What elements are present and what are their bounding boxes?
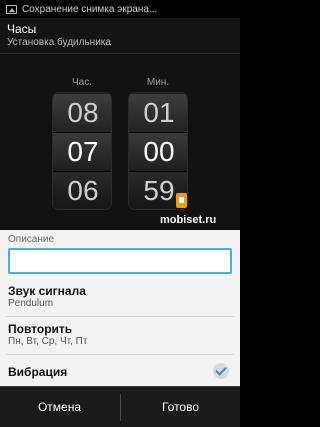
minutes-label: Мин. bbox=[146, 77, 170, 88]
minutes-current[interactable]: 00 bbox=[129, 133, 187, 171]
hours-drum[interactable]: 08 07 06 bbox=[52, 92, 112, 210]
alarm-settings-form: Описание Звук сигнала Pendulum Повторить… bbox=[0, 230, 240, 386]
sound-title: Звук сигнала bbox=[8, 284, 86, 298]
divider bbox=[6, 354, 234, 355]
vibration-title: Вибрация bbox=[8, 365, 68, 379]
phone-logo-icon bbox=[176, 193, 187, 208]
repeat-value: Пн, Вт, Ср, Чт, Пт bbox=[8, 336, 88, 347]
drum-divider bbox=[129, 132, 187, 133]
drum-divider bbox=[129, 171, 187, 172]
hours-prev[interactable]: 08 bbox=[53, 94, 111, 132]
description-label: Описание bbox=[8, 234, 55, 245]
screen-subtitle: Установка будильника bbox=[7, 37, 111, 48]
app-title: Часы bbox=[7, 22, 37, 36]
sound-setting[interactable]: Звук сигнала Pendulum bbox=[0, 284, 240, 310]
watermark: mobiset.ru bbox=[160, 214, 217, 226]
drum-divider bbox=[53, 132, 111, 133]
hours-label: Час. bbox=[71, 77, 92, 88]
hours-next[interactable]: 06 bbox=[53, 172, 111, 209]
time-picker: Час. Мин. 08 07 06 01 00 59 mobiset.ru bbox=[0, 54, 240, 230]
drum-divider bbox=[53, 171, 111, 172]
done-button[interactable]: Готово bbox=[121, 387, 240, 427]
vibration-setting[interactable]: Вибрация bbox=[0, 365, 240, 379]
sound-value: Pendulum bbox=[8, 298, 54, 309]
description-input[interactable] bbox=[8, 248, 232, 274]
bottom-button-bar: Отмена Готово bbox=[0, 386, 240, 427]
cancel-button[interactable]: Отмена bbox=[0, 387, 119, 427]
minutes-prev[interactable]: 01 bbox=[129, 94, 187, 132]
repeat-setting[interactable]: Повторить Пн, Вт, Ср, Чт, Пт bbox=[0, 322, 240, 348]
hours-current[interactable]: 07 bbox=[53, 133, 111, 171]
image-icon bbox=[6, 4, 17, 14]
status-notification-text: Сохранение снимка экрана... bbox=[22, 3, 158, 15]
vibration-checkbox[interactable] bbox=[213, 363, 229, 379]
action-bar: Часы Установка будильника bbox=[0, 18, 240, 54]
divider bbox=[6, 316, 234, 317]
repeat-title: Повторить bbox=[8, 322, 73, 336]
status-bar: Сохранение снимка экрана... bbox=[0, 0, 240, 18]
